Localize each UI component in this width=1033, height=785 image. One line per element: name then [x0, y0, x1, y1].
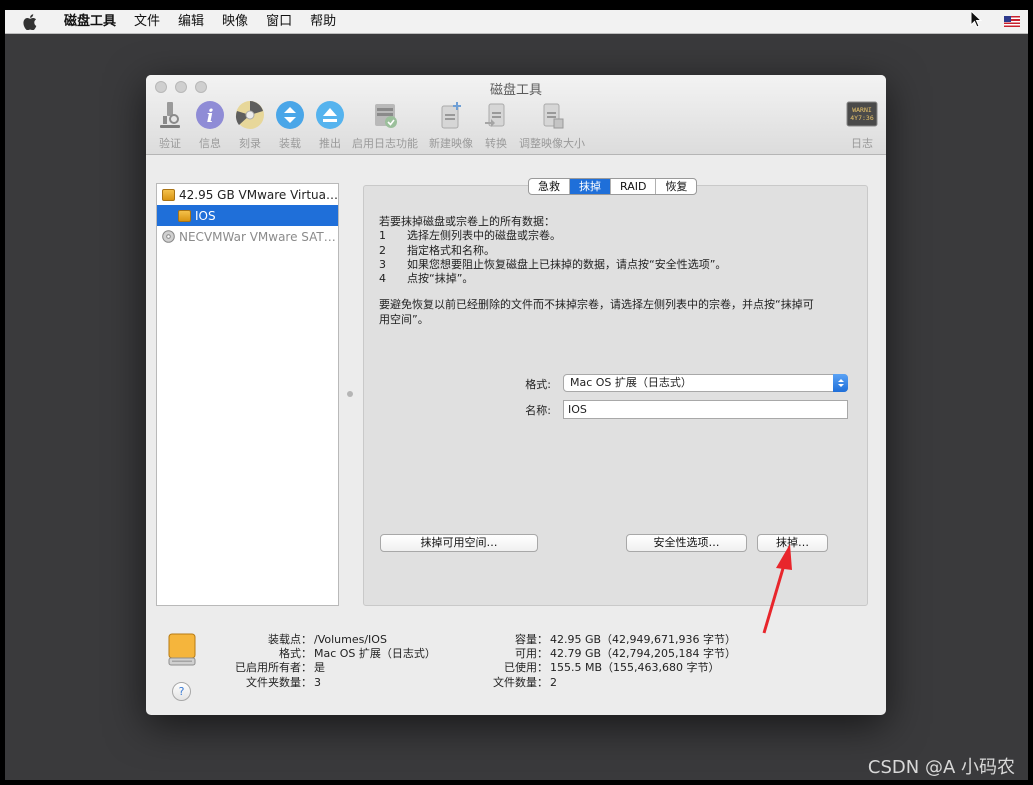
log-button[interactable]: WARNI 4Y7:36 日志 [837, 99, 886, 151]
info-row-used: 已使用： 155.5 MB（155,463,680 字节） [504, 661, 720, 675]
split-view-handle[interactable] [347, 391, 353, 397]
info-row-owners-enabled: 已启用所有者：是 [235, 661, 325, 675]
disk-utility-window: 磁盘工具 验证 i 信息 刻录 装载 推出 启用日志功能 新建映像 转换 调整映… [146, 75, 886, 715]
info-icon: i [194, 99, 226, 131]
new-image-icon [435, 99, 467, 131]
window-title: 磁盘工具 [489, 83, 542, 98]
instruction-step: 4 点按“抹掉”。 [379, 272, 474, 286]
microscope-icon [154, 99, 186, 131]
menu-edit[interactable]: 编辑 [169, 10, 213, 34]
window-toolbar: 磁盘工具 验证 i 信息 刻录 装载 推出 启用日志功能 新建映像 转换 调整映… [146, 75, 886, 155]
optical-drive-icon [162, 230, 175, 243]
log-icon: WARNI 4Y7:36 [846, 99, 878, 131]
menu-bar: 磁盘工具 文件 编辑 映像 窗口 帮助 [5, 10, 1028, 34]
enable-journaling-button[interactable]: 启用日志功能 [349, 99, 421, 151]
sidebar-item-optical-drive[interactable]: NECVMWar VMware SAT… [157, 226, 338, 247]
eject-button[interactable]: 推出 [305, 99, 355, 151]
format-label: 格式: [525, 378, 551, 391]
info-row-capacity: 容量： 42.95 GB（42,949,671,936 字节） [515, 633, 737, 646]
sidebar-item-ios[interactable]: IOS [157, 205, 338, 226]
instruction-step: 1 选择左侧列表中的磁盘或宗卷。 [379, 229, 561, 243]
red-annotation-arrow-icon [762, 544, 792, 634]
menu-image[interactable]: 映像 [213, 10, 257, 34]
eject-icon [314, 99, 346, 131]
info-row-file-count: 文件数量： 2 [493, 675, 557, 689]
convert-icon [480, 99, 512, 131]
volume-icon [168, 633, 196, 666]
burn-disc-icon [234, 99, 266, 131]
sidebar-item-vmware-disk[interactable]: 42.95 GB VMware Virtua… [157, 184, 338, 205]
instructions-note: 要避免恢复以前已经删除的文件而不抹掉宗卷，请选择左侧列表中的宗卷，并点按“抹掉可 [379, 298, 814, 312]
tab-raid[interactable]: RAID [610, 179, 655, 194]
name-label: 名称: [525, 404, 551, 417]
new-image-button[interactable]: 新建映像 [425, 99, 477, 151]
apple-menu-icon[interactable] [5, 13, 55, 30]
menu-file[interactable]: 文件 [125, 10, 169, 34]
menu-help[interactable]: 帮助 [301, 10, 345, 34]
select-stepper-icon [833, 374, 848, 392]
desktop: 磁盘工具 文件 编辑 映像 窗口 帮助 磁盘工具 验证 i 信息 刻录 装载 推… [5, 10, 1028, 780]
svg-text:i: i [207, 106, 214, 127]
instructions-note-cont: 用空间”。 [379, 312, 429, 326]
hard-disk-icon [162, 188, 175, 201]
mount-icon [274, 99, 306, 131]
format-select[interactable]: Mac OS 扩展（日志式） [563, 374, 848, 392]
help-button[interactable]: ? [172, 682, 191, 701]
svg-text:4Y7:36: 4Y7:36 [850, 114, 874, 122]
info-row-available: 可用： 42.79 GB（42,794,205,184 字节） [515, 647, 737, 661]
volume-info-left: 装载点：/Volumes/IOS 格式： Mac OS 扩展（日志式） 已启用所有… [222, 633, 436, 690]
volume-info-right: 容量： 42.95 GB（42,949,671,936 字节） 可用： 42.79 … [485, 633, 736, 690]
volume-icon [178, 209, 191, 222]
enable-journaling-icon [369, 99, 401, 131]
security-options-button[interactable]: 安全性选项… [626, 534, 747, 552]
menu-disk-utility[interactable]: 磁盘工具 [55, 10, 125, 34]
tab-restore[interactable]: 恢复 [655, 179, 696, 194]
info-row-folder-count: 文件夹数量： 3 [246, 675, 321, 689]
name-field[interactable]: IOS [563, 400, 848, 419]
instruction-step: 3 如果您想要阻止恢复磁盘上已抹掉的数据，请点按“安全性选项”。 [379, 257, 727, 271]
tab-erase[interactable]: 抹掉 [569, 179, 610, 194]
resize-image-icon [536, 99, 568, 131]
svg-text:WARNI: WARNI [852, 106, 872, 114]
convert-button[interactable]: 转换 [471, 99, 521, 151]
erase-instructions: 若要抹掉磁盘或宗卷上的所有数据： 1 选择左侧列表中的磁盘或宗卷。 2 指定格式和名… [379, 215, 839, 327]
info-row-mount-point: 装载点：/Volumes/IOS [268, 633, 387, 646]
watermark: CSDN @A 小码农 [867, 757, 1015, 778]
us-flag-input-icon[interactable] [1004, 16, 1020, 27]
instructions-intro: 若要抹掉磁盘或宗卷上的所有数据： [379, 215, 555, 228]
erase-free-space-button[interactable]: 抹掉可用空间… [380, 534, 538, 552]
tab-first-aid[interactable]: 急救 [529, 179, 569, 194]
disk-list-sidebar[interactable]: 42.95 GB VMware Virtua… IOS NECVMWar VMw… [156, 183, 339, 606]
instruction-step: 2 指定格式和名称。 [379, 243, 495, 257]
info-row-format: 格式： Mac OS 扩展（日志式） [279, 647, 436, 661]
tab-bar: 急救 抹掉 RAID 恢复 [528, 178, 698, 195]
menu-window[interactable]: 窗口 [257, 10, 301, 34]
mouse-cursor-icon [970, 10, 982, 28]
resize-image-button[interactable]: 调整映像大小 [517, 99, 587, 151]
